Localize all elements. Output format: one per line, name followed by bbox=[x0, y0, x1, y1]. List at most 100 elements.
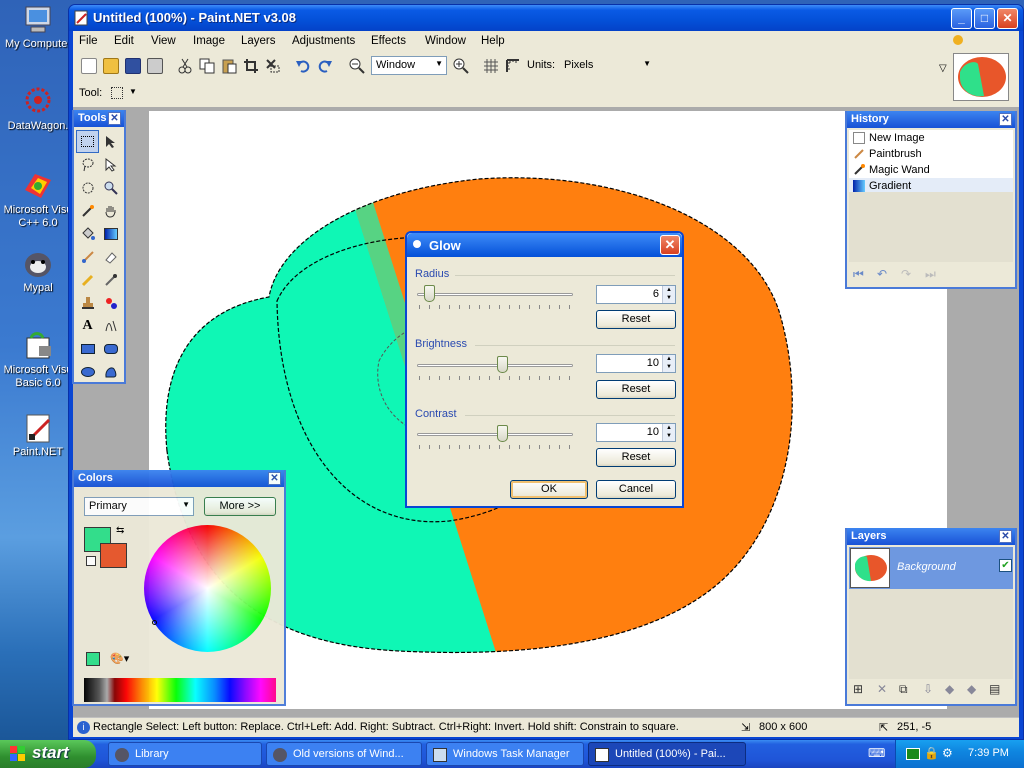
rectangle-select-tool[interactable] bbox=[76, 130, 99, 153]
save-icon[interactable] bbox=[125, 58, 141, 74]
rect-select-tool-icon[interactable] bbox=[111, 87, 123, 99]
maximize-button[interactable]: □ bbox=[974, 8, 995, 29]
magic-wand-tool[interactable] bbox=[76, 199, 99, 222]
history-item[interactable]: New Image bbox=[849, 130, 1013, 146]
chevron-down-icon[interactable]: ▼ bbox=[129, 87, 137, 96]
crop-icon[interactable] bbox=[243, 58, 259, 74]
pencil-tool[interactable] bbox=[76, 268, 99, 291]
add-layer-icon[interactable]: ⊞ bbox=[853, 682, 863, 696]
print-icon[interactable] bbox=[147, 58, 163, 74]
contrast-slider-track[interactable] bbox=[417, 433, 573, 436]
desktop-icon-datawagon[interactable]: DataWagon. bbox=[0, 86, 76, 133]
colors-panel-header[interactable]: Colors ✕ bbox=[74, 470, 284, 487]
freeform-shape-tool[interactable] bbox=[99, 360, 122, 383]
close-icon[interactable]: ✕ bbox=[268, 472, 281, 485]
title-bar[interactable]: Untitled (100%) - Paint.NET v3.08 _ □ ✕ bbox=[69, 5, 1023, 31]
lasso-select-tool[interactable] bbox=[76, 153, 99, 176]
color-palette[interactable] bbox=[84, 678, 276, 702]
image-thumbnail[interactable]: ▽ bbox=[939, 31, 1017, 107]
layers-panel-header[interactable]: Layers ✕ bbox=[847, 528, 1015, 545]
menu-file[interactable]: File bbox=[79, 35, 98, 47]
menu-window[interactable]: Window bbox=[425, 35, 466, 47]
color-wheel[interactable] bbox=[144, 525, 271, 652]
menu-adjustments[interactable]: Adjustments bbox=[292, 35, 355, 47]
redo-icon[interactable]: ↷ bbox=[901, 267, 911, 281]
brightness-slider-track[interactable] bbox=[417, 364, 573, 367]
color-wheel-cursor[interactable] bbox=[152, 620, 157, 625]
units-dropdown[interactable]: Pixels ▼ bbox=[559, 56, 655, 75]
radius-slider-track[interactable] bbox=[417, 293, 573, 296]
cut-icon[interactable] bbox=[177, 58, 193, 74]
tray-network-icon[interactable]: ⚙ bbox=[942, 746, 953, 760]
radius-reset-button[interactable]: Reset bbox=[596, 310, 676, 329]
spin-arrows-icon[interactable]: ▲ ▼ bbox=[662, 355, 675, 372]
menu-layers[interactable]: Layers bbox=[241, 35, 276, 47]
tray-monitor-icon[interactable] bbox=[906, 748, 920, 760]
undo-icon[interactable]: ↶ bbox=[877, 267, 887, 281]
zoom-dropdown[interactable]: Window ▼ bbox=[371, 56, 447, 75]
undo-icon[interactable] bbox=[295, 58, 311, 74]
desktop-icon-my-computer[interactable]: My Computer bbox=[0, 4, 76, 51]
task-paintnet[interactable]: Untitled (100%) - Pai... bbox=[588, 742, 746, 766]
clone-stamp-tool[interactable] bbox=[76, 291, 99, 314]
tools-panel-header[interactable]: Tools ✕ bbox=[74, 110, 124, 127]
brightness-input[interactable]: 10 ▲ ▼ bbox=[596, 354, 676, 373]
history-item[interactable]: Paintbrush bbox=[849, 146, 1013, 162]
last-step-icon[interactable]: ⏭ bbox=[925, 267, 936, 282]
spin-arrows-icon[interactable]: ▲ ▼ bbox=[662, 286, 675, 303]
open-folder-icon[interactable] bbox=[103, 58, 119, 74]
color-picker-tool[interactable] bbox=[99, 268, 122, 291]
close-icon[interactable]: ✕ bbox=[660, 235, 680, 255]
close-icon[interactable]: ✕ bbox=[999, 113, 1012, 126]
desktop-icon-msvc[interactable]: Microsoft Visu C++ 6.0 bbox=[0, 170, 76, 230]
minimize-button[interactable]: _ bbox=[951, 8, 972, 29]
task-task-manager[interactable]: Windows Task Manager bbox=[426, 742, 584, 766]
close-icon[interactable]: ✕ bbox=[108, 112, 121, 125]
recolor-tool[interactable] bbox=[99, 291, 122, 314]
merge-layer-down-icon[interactable]: ⇩ bbox=[923, 682, 933, 696]
line-curve-tool[interactable] bbox=[99, 314, 122, 337]
menu-view[interactable]: View bbox=[151, 35, 176, 47]
radius-slider-thumb[interactable] bbox=[424, 285, 435, 302]
menu-edit[interactable]: Edit bbox=[114, 35, 134, 47]
spin-arrows-icon[interactable]: ▲ ▼ bbox=[662, 424, 675, 441]
move-layer-down-icon[interactable]: ◆ bbox=[967, 682, 976, 696]
rulers-icon[interactable] bbox=[505, 58, 521, 74]
radius-input[interactable]: 6 ▲ ▼ bbox=[596, 285, 676, 304]
text-tool[interactable]: A bbox=[76, 314, 99, 337]
gradient-tool[interactable] bbox=[99, 222, 122, 245]
swap-colors-icon[interactable]: ⇆ bbox=[116, 525, 124, 536]
keyboard-icon[interactable]: ⌨ bbox=[868, 746, 885, 762]
task-old-versions[interactable]: Old versions of Wind... bbox=[266, 742, 422, 766]
app-icon[interactable] bbox=[73, 10, 89, 26]
close-button[interactable]: ✕ bbox=[997, 8, 1018, 29]
history-item[interactable]: Magic Wand bbox=[849, 162, 1013, 178]
palette-menu-icon[interactable]: 🎨▾ bbox=[110, 652, 129, 665]
reset-colors-icon[interactable] bbox=[86, 556, 96, 566]
new-file-icon[interactable] bbox=[81, 58, 97, 74]
move-selected-tool[interactable] bbox=[99, 153, 122, 176]
add-to-palette-icon[interactable] bbox=[86, 652, 100, 666]
layer-visibility-checkbox[interactable]: ✔ bbox=[999, 559, 1012, 572]
menu-effects[interactable]: Effects bbox=[371, 35, 406, 47]
secondary-color-swatch[interactable] bbox=[100, 543, 127, 568]
duplicate-layer-icon[interactable]: ⧉ bbox=[899, 682, 908, 697]
ellipse-tool[interactable] bbox=[76, 360, 99, 383]
eraser-tool[interactable] bbox=[99, 245, 122, 268]
grid-icon[interactable] bbox=[483, 58, 499, 74]
paintbrush-tool[interactable] bbox=[76, 245, 99, 268]
paint-bucket-tool[interactable] bbox=[76, 222, 99, 245]
redo-icon[interactable] bbox=[317, 58, 333, 74]
more-button[interactable]: More >> bbox=[204, 497, 276, 516]
move-layer-up-icon[interactable]: ◆ bbox=[945, 682, 954, 696]
rectangle-tool[interactable] bbox=[76, 337, 99, 360]
move-selection-tool[interactable] bbox=[99, 130, 122, 153]
copy-icon[interactable] bbox=[199, 58, 215, 74]
layer-row[interactable]: Background ✔ bbox=[849, 547, 1013, 589]
pan-tool[interactable] bbox=[99, 199, 122, 222]
tray-lock-icon[interactable]: 🔒 bbox=[924, 746, 939, 760]
paste-icon[interactable] bbox=[221, 58, 237, 74]
brightness-reset-button[interactable]: Reset bbox=[596, 380, 676, 399]
contrast-slider-thumb[interactable] bbox=[497, 425, 508, 442]
menu-image[interactable]: Image bbox=[193, 35, 225, 47]
